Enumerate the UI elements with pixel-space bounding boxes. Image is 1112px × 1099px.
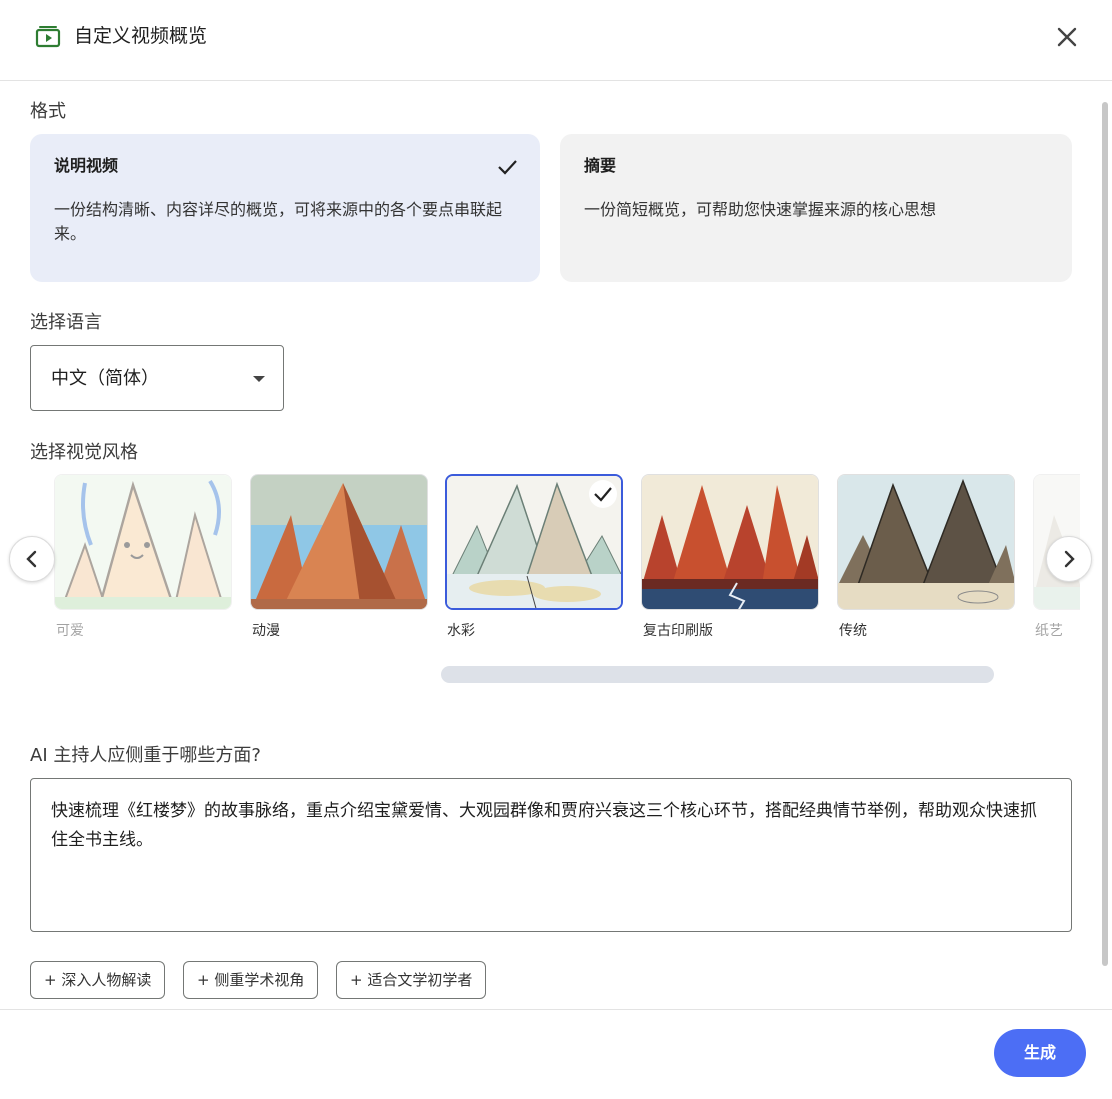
carousel-scrollbar[interactable] bbox=[441, 666, 994, 683]
focus-prompt-textarea[interactable]: 快速梳理《红楼梦》的故事脉络，重点介绍宝黛爱情、大观园群像和贾府兴衰这三个核心环… bbox=[30, 778, 1072, 932]
format-option-title: 摘要 bbox=[584, 156, 617, 175]
visual-style-label: 选择视觉风格 bbox=[30, 442, 138, 463]
visual-style-carousel: 可爱 动漫 水彩 复古印刷版 传统 纸艺 bbox=[30, 474, 1080, 654]
format-label: 格式 bbox=[30, 101, 66, 122]
style-thumbnail-anime bbox=[250, 474, 428, 610]
language-selected-value: 中文（简体） bbox=[51, 368, 159, 389]
chevron-right-icon bbox=[1064, 550, 1075, 568]
video-icon bbox=[34, 22, 62, 50]
language-label: 选择语言 bbox=[30, 312, 102, 333]
check-icon bbox=[496, 156, 518, 178]
style-name: 复古印刷版 bbox=[643, 623, 713, 639]
close-icon[interactable] bbox=[1050, 20, 1084, 54]
generate-button[interactable]: 生成 bbox=[994, 1029, 1086, 1077]
focus-label: AI 主持人应侧重于哪些方面? bbox=[30, 745, 261, 766]
style-name: 传统 bbox=[839, 623, 867, 639]
carousel-prev-button[interactable] bbox=[9, 536, 55, 582]
format-option-title: 说明视频 bbox=[54, 156, 119, 175]
dropdown-caret-icon bbox=[253, 376, 265, 382]
style-name: 可爱 bbox=[56, 623, 84, 639]
language-select[interactable]: 中文（简体） bbox=[30, 345, 284, 411]
format-option-description: 一份结构清晰、内容详尽的概览，可将来源中的各个要点串联起来。 bbox=[54, 200, 503, 243]
selected-check-icon bbox=[589, 480, 617, 508]
suggestion-chip-beginner-friendly[interactable]: + 适合文学初学者 bbox=[336, 961, 487, 999]
suggestion-chip-academic-perspective[interactable]: + 侧重学术视角 bbox=[183, 961, 319, 999]
customize-video-overview-dialog: 自定义视频概览 格式 说明视频 一份结构清晰、内容详尽的概览，可将来源中的各个要… bbox=[0, 0, 1112, 1098]
style-name: 纸艺 bbox=[1035, 623, 1063, 639]
dialog-header: 自定义视频概览 bbox=[0, 0, 1112, 81]
format-option-summary[interactable]: 摘要 一份简短概览，可帮助您快速掌握来源的核心思想 bbox=[560, 134, 1072, 282]
carousel-next-button[interactable] bbox=[1046, 536, 1092, 582]
format-option-description: 一份简短概览，可帮助您快速掌握来源的核心思想 bbox=[584, 200, 937, 219]
style-thumbnail-retro-print bbox=[641, 474, 819, 610]
style-thumbnail-traditional bbox=[837, 474, 1015, 610]
dialog-footer bbox=[0, 1009, 1112, 1099]
suggestion-chip-character-analysis[interactable]: + 深入人物解读 bbox=[30, 961, 166, 999]
dialog-title: 自定义视频概览 bbox=[74, 25, 208, 47]
format-option-explainer[interactable]: 说明视频 一份结构清晰、内容详尽的概览，可将来源中的各个要点串联起来。 bbox=[30, 134, 540, 282]
vertical-scrollbar-thumb[interactable] bbox=[1102, 102, 1108, 966]
style-name: 水彩 bbox=[447, 623, 475, 639]
style-name: 动漫 bbox=[252, 623, 280, 639]
style-thumbnail-cute bbox=[54, 474, 232, 610]
chevron-left-icon bbox=[26, 550, 37, 568]
